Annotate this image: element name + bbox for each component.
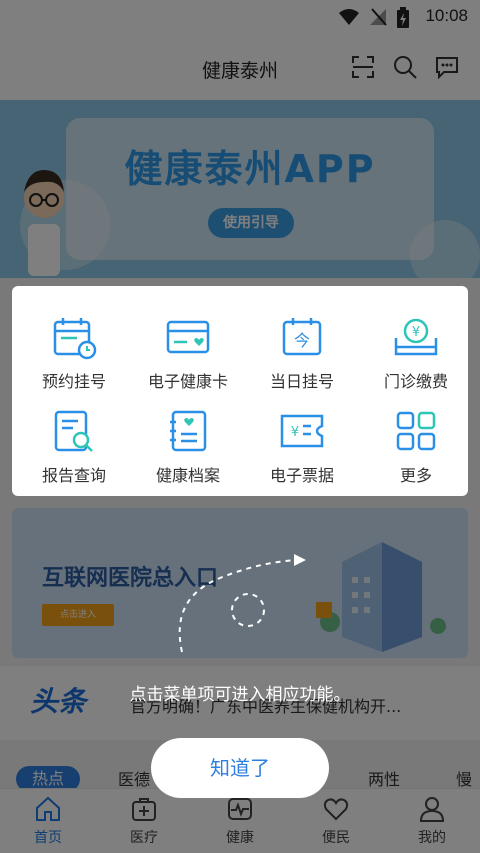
menu-label: 电子票据 [269, 466, 334, 485]
tab-label: 医疗 [130, 830, 158, 846]
guide-button[interactable]: 使用引导 [208, 208, 294, 238]
svg-text:¥: ¥ [291, 425, 299, 440]
menu-item-more[interactable]: 更多 [359, 390, 473, 486]
tab-convenience[interactable]: 便民 [288, 795, 384, 851]
menu-label: 门诊缴费 [383, 372, 448, 391]
banner-title: 健康泰州APP [124, 147, 376, 191]
calendar-clock-icon [53, 318, 97, 360]
user-icon [419, 797, 445, 822]
tab-health[interactable]: 健康 [192, 795, 288, 851]
app-banner[interactable]: 健康泰州APP 使用引导 [0, 100, 480, 278]
heartbeat-icon [228, 798, 252, 820]
doctor-mascot-icon [24, 170, 64, 276]
menu-item-health-record[interactable]: 健康档案 [131, 390, 245, 486]
guide-arrow-icon [178, 554, 306, 653]
top-nav: 健康泰州 [0, 34, 480, 100]
report-search-icon [54, 410, 93, 452]
health-record-icon [170, 410, 207, 452]
tab-profile[interactable]: 我的 [384, 795, 480, 851]
status-time: 10:08 [425, 6, 468, 25]
e-ticket-icon: ¥ [280, 414, 324, 448]
menu-label: 当日挂号 [269, 372, 334, 391]
signal-off-icon [370, 8, 387, 26]
search-icon[interactable] [392, 54, 418, 80]
svg-text:今: 今 [294, 331, 310, 350]
chip-item[interactable]: 两性 [368, 766, 400, 790]
menu-item-report[interactable]: 报告查询 [17, 390, 131, 486]
menu-item-same-day[interactable]: 今 当日挂号 [245, 296, 359, 392]
hospital-building-icon [316, 542, 446, 652]
menu-item-health-card[interactable]: 电子健康卡 [131, 296, 245, 392]
feature-menu: 预约挂号 电子健康卡 今 当日挂号 ¥ 门诊缴费 报告查询 健康档案 ¥ 电子票… [12, 286, 468, 496]
scan-icon[interactable] [350, 54, 376, 80]
heart-hand-icon [323, 798, 349, 821]
menu-item-appointment[interactable]: 预约挂号 [17, 296, 131, 392]
tab-label: 健康 [226, 830, 254, 846]
promo-enter-button[interactable]: 点击进入 [42, 604, 114, 626]
menu-label: 更多 [399, 466, 432, 485]
today-calendar-icon: 今 [282, 318, 322, 356]
menu-item-e-ticket[interactable]: ¥ 电子票据 [245, 390, 359, 486]
home-icon [36, 796, 60, 821]
menu-label: 健康档案 [155, 466, 220, 485]
menu-label: 报告查询 [41, 466, 106, 485]
got-it-button[interactable]: 知道了 [151, 738, 329, 798]
banner-card: 健康泰州APP 使用引导 [66, 118, 434, 260]
wifi-icon [339, 9, 359, 25]
tab-medical[interactable]: 医疗 [96, 795, 192, 851]
message-icon[interactable] [434, 54, 460, 80]
grid-more-icon [396, 411, 436, 451]
chip-item[interactable]: 慢 [456, 766, 472, 790]
tab-home[interactable]: 首页 [0, 795, 96, 851]
menu-item-payment[interactable]: ¥ 门诊缴费 [359, 296, 473, 392]
tab-label: 首页 [34, 830, 62, 846]
menu-label: 电子健康卡 [147, 372, 228, 391]
menu-label: 预约挂号 [41, 372, 106, 391]
svg-text:¥: ¥ [412, 325, 420, 340]
battery-charging-icon [397, 7, 409, 28]
medical-kit-icon [132, 798, 156, 821]
health-card-icon [166, 320, 210, 354]
guide-hint-text: 点击菜单项可进入相应功能。 [129, 685, 351, 705]
yen-payment-icon: ¥ [394, 318, 438, 356]
chip-item[interactable]: 医德 [118, 766, 150, 790]
tab-label: 便民 [322, 830, 350, 846]
status-bar: 10:08 [0, 0, 480, 34]
tab-label: 我的 [418, 830, 446, 846]
